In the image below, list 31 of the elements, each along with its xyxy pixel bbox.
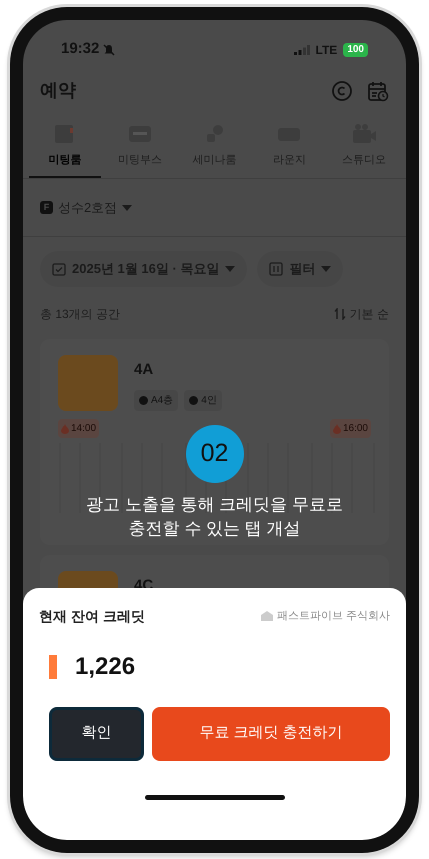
caret-icon — [122, 204, 132, 210]
charge-credits-button[interactable]: 무료 크레딧 충전하기 — [152, 706, 390, 760]
caret-icon — [321, 266, 332, 272]
caret-icon — [225, 266, 236, 272]
coach-caption: 충전할 수 있는 탭 개설 — [128, 518, 300, 540]
flame-icon — [332, 424, 341, 434]
company-name: 패스트파이브 주식회사 — [276, 608, 390, 624]
hot-time-slot[interactable]: 14:00 — [58, 419, 100, 438]
confirm-button[interactable]: 확인 — [49, 706, 144, 760]
calendar-clock-icon[interactable] — [367, 80, 389, 102]
branch-badge: F — [40, 201, 53, 214]
bell-off-icon — [103, 44, 116, 56]
credit-bar-icon — [49, 654, 57, 678]
sort-icon — [334, 308, 346, 320]
space-name: 4A — [134, 360, 154, 380]
calendar-check-icon — [52, 262, 66, 276]
photo-placeholder — [58, 355, 118, 411]
network-label: LTE — [316, 42, 338, 58]
status-time: 19:32 — [61, 39, 100, 60]
category-tab[interactable]: 미팅룸 — [29, 116, 101, 178]
flame-icon — [61, 424, 69, 434]
coach-caption: 광고 노출을 통해 크레딧을 무료로 — [86, 494, 343, 516]
credit-icon[interactable] — [331, 80, 353, 102]
sheet-title: 현재 잔여 크레딧 — [39, 606, 145, 626]
building-icon — [260, 611, 273, 621]
page-title: 예약 — [40, 79, 76, 102]
hot-time-slot[interactable]: 16:00 — [330, 419, 371, 438]
credit-balance: 1,226 — [75, 652, 136, 682]
sort-box-icon — [269, 262, 284, 276]
battery-indicator: 100 — [343, 42, 368, 56]
signal-icon — [294, 44, 310, 54]
